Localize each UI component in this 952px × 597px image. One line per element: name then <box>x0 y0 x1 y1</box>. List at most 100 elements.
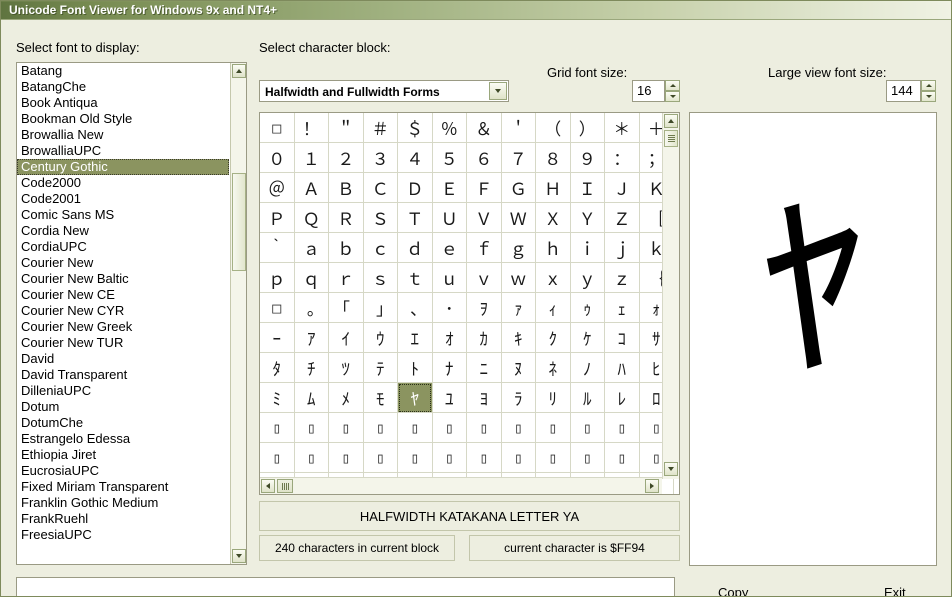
character-cell[interactable]: ﾁ <box>294 353 329 383</box>
character-cell[interactable]: ＇ <box>501 113 536 143</box>
character-cell[interactable]: ０ <box>260 143 294 173</box>
character-cell[interactable]: ▯ <box>329 413 364 443</box>
exit-button[interactable]: Exit <box>884 585 906 597</box>
font-list-item[interactable]: Code2000 <box>17 175 230 191</box>
character-cell[interactable]: ▯ <box>605 413 640 443</box>
large-font-size-up-button[interactable] <box>921 80 936 91</box>
character-cell[interactable]: ｵ <box>432 323 467 353</box>
character-cell[interactable]: Ｊ <box>605 173 640 203</box>
character-cell[interactable]: ▯ <box>260 413 294 443</box>
character-cell[interactable]: ｣ <box>363 293 398 323</box>
character-cell[interactable]: ｄ <box>398 233 433 263</box>
font-list-item[interactable]: CordiaUPC <box>17 239 230 255</box>
character-cell[interactable]: ｘ <box>536 263 571 293</box>
character-cell[interactable]: Ｃ <box>363 173 398 203</box>
font-list-item[interactable]: Comic Sans MS <box>17 207 230 223</box>
font-list-item[interactable]: Courier New Greek <box>17 319 230 335</box>
grid-scroll-up-button[interactable] <box>664 114 678 128</box>
character-cell[interactable]: ３ <box>363 143 398 173</box>
character-cell[interactable]: ﾃ <box>363 353 398 383</box>
character-cell[interactable]: ） <box>570 113 605 143</box>
character-cell[interactable]: ｑ <box>294 263 329 293</box>
font-list-item[interactable]: Batang <box>17 63 230 79</box>
font-list-item[interactable]: BatangChe <box>17 79 230 95</box>
character-cell[interactable]: ｳ <box>363 323 398 353</box>
character-cell[interactable]: Ｑ <box>294 203 329 233</box>
font-list-item[interactable]: Century Gothic <box>17 159 229 175</box>
character-cell[interactable]: Ｘ <box>536 203 571 233</box>
character-cell[interactable]: ﾐ <box>260 383 294 413</box>
character-cell[interactable]: ﾘ <box>536 383 571 413</box>
character-cell[interactable]: ｨ <box>536 293 571 323</box>
character-cell[interactable]: ▯ <box>294 443 329 473</box>
font-list-item[interactable]: DotumChe <box>17 415 230 431</box>
character-cell[interactable]: Ｗ <box>501 203 536 233</box>
character-cell[interactable]: ｙ <box>570 263 605 293</box>
font-list-item[interactable]: EucrosiaUPC <box>17 463 230 479</box>
character-cell[interactable]: Ｉ <box>570 173 605 203</box>
character-cell[interactable]: Ｅ <box>432 173 467 203</box>
character-cell[interactable]: ｦ <box>467 293 502 323</box>
grid-font-size-up-button[interactable] <box>665 80 680 91</box>
character-cell[interactable]: ▯ <box>363 413 398 443</box>
character-cell[interactable]: ▯ <box>570 443 605 473</box>
character-cell[interactable]: ｹ <box>570 323 605 353</box>
character-cell[interactable]: Ｐ <box>260 203 294 233</box>
character-cell[interactable]: ７ <box>501 143 536 173</box>
character-cell[interactable]: ▯ <box>260 443 294 473</box>
character-cell[interactable]: Ｇ <box>501 173 536 203</box>
character-cell[interactable]: ｩ <box>570 293 605 323</box>
scroll-up-button[interactable] <box>232 64 246 78</box>
character-cell[interactable]: ﾙ <box>570 383 605 413</box>
character-cell[interactable]: ｡ <box>294 293 329 323</box>
character-cell[interactable]: ： <box>605 143 640 173</box>
character-cell[interactable]: ﾅ <box>432 353 467 383</box>
character-cell[interactable]: ｴ <box>398 323 433 353</box>
font-list-item[interactable]: Courier New CYR <box>17 303 230 319</box>
grid-scrollbar-thumb[interactable] <box>664 130 678 147</box>
grid-font-size-value[interactable]: 16 <box>632 80 665 102</box>
character-cell[interactable]: ｆ <box>467 233 502 263</box>
character-cell[interactable]: □ <box>260 113 294 143</box>
character-cell[interactable]: ｧ <box>501 293 536 323</box>
character-cell[interactable]: ｸ <box>536 323 571 353</box>
character-cell[interactable]: ﾆ <box>467 353 502 383</box>
character-cell[interactable]: ﾂ <box>329 353 364 383</box>
font-list-item[interactable]: Courier New <box>17 255 230 271</box>
character-cell[interactable]: ｈ <box>536 233 571 263</box>
character-cell[interactable]: ､ <box>398 293 433 323</box>
character-cell[interactable]: ▯ <box>398 443 433 473</box>
character-cell[interactable]: ｺ <box>605 323 640 353</box>
character-cell[interactable]: ＊ <box>605 113 640 143</box>
character-cell[interactable]: ｚ <box>605 263 640 293</box>
font-list-item[interactable]: Franklin Gothic Medium <box>17 495 230 511</box>
character-cell[interactable]: Ｚ <box>605 203 640 233</box>
character-cell[interactable]: ▯ <box>536 443 571 473</box>
character-cell[interactable]: ﾊ <box>605 353 640 383</box>
character-cell[interactable]: ｗ <box>501 263 536 293</box>
copy-button[interactable]: Copy <box>718 585 748 597</box>
grid-scroll-right-button[interactable] <box>645 479 659 493</box>
character-cell[interactable]: ｰ <box>260 323 294 353</box>
character-cell[interactable]: （ <box>536 113 571 143</box>
character-cell[interactable]: ▯ <box>467 413 502 443</box>
character-cell[interactable]: ﾓ <box>363 383 398 413</box>
scrollbar-thumb[interactable] <box>232 173 246 271</box>
character-cell[interactable]: ｶ <box>467 323 502 353</box>
character-cell[interactable]: ｔ <box>398 263 433 293</box>
large-font-size-value[interactable]: 144 <box>886 80 921 102</box>
font-list-item[interactable]: Ethiopia Jiret <box>17 447 230 463</box>
character-cell[interactable]: ▯ <box>363 443 398 473</box>
character-cell[interactable]: ｖ <box>467 263 502 293</box>
character-cell[interactable]: ａ <box>294 233 329 263</box>
grid-scroll-down-button[interactable] <box>664 462 678 476</box>
character-cell[interactable]: ＆ <box>467 113 502 143</box>
character-cell[interactable]: ｒ <box>329 263 364 293</box>
font-list-item[interactable]: David Transparent <box>17 367 230 383</box>
character-cell[interactable]: ▯ <box>536 413 571 443</box>
character-block-combo[interactable]: Halfwidth and Fullwidth Forms <box>259 80 509 102</box>
character-cell[interactable]: Ｖ <box>467 203 502 233</box>
character-cell[interactable]: ▯ <box>501 443 536 473</box>
character-cell[interactable]: ％ <box>432 113 467 143</box>
grid-hscroll-thumb[interactable] <box>277 479 293 493</box>
